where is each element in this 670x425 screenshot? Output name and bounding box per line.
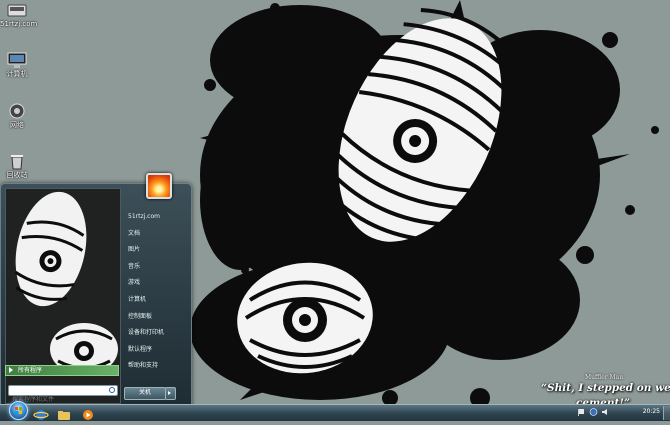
start-button[interactable] bbox=[9, 401, 28, 420]
explorer-folder-icon[interactable] bbox=[56, 406, 72, 420]
desktop-icon-label: 回收站 bbox=[6, 171, 28, 179]
all-programs-button[interactable]: 所有程序 bbox=[5, 365, 119, 376]
shutdown-label: 关机 bbox=[138, 389, 151, 396]
start-link-games[interactable]: 游戏 bbox=[125, 275, 185, 292]
start-link-music[interactable]: 音乐 bbox=[125, 259, 185, 276]
computer-icon bbox=[7, 52, 27, 69]
shutdown-button[interactable]: 关机 bbox=[124, 387, 166, 400]
user-picture[interactable] bbox=[146, 173, 172, 199]
flag-icon[interactable] bbox=[577, 408, 585, 416]
desktop-icon-network[interactable]: 网络 bbox=[0, 103, 34, 130]
network-folder-icon bbox=[7, 2, 27, 19]
desktop-icon-label: 计算机 bbox=[6, 70, 28, 78]
start-link-computer[interactable]: 计算机 bbox=[125, 292, 185, 309]
internet-explorer-icon[interactable] bbox=[33, 406, 49, 420]
start-link-pictures[interactable]: 图片 bbox=[125, 242, 185, 259]
windows-logo-icon bbox=[15, 407, 22, 414]
desktop-icon-computer[interactable]: 计算机 bbox=[0, 52, 34, 79]
show-desktop-button[interactable] bbox=[663, 406, 670, 420]
start-search-box[interactable] bbox=[8, 385, 118, 404]
start-link-51rtzj[interactable]: 51rtzj.com bbox=[125, 209, 185, 226]
quote-credit: Muffler Man bbox=[585, 374, 624, 381]
shutdown-options-arrow-icon[interactable] bbox=[165, 387, 176, 400]
start-menu: 51rtzj.com 文档 图片 音乐 游戏 计算机 控制面板 设备和打印机 默… bbox=[0, 173, 192, 407]
taskbar bbox=[0, 404, 670, 421]
search-icon[interactable] bbox=[109, 387, 115, 393]
desktop-icon-label: 51rtzj.com bbox=[0, 20, 38, 28]
all-programs-label: 所有程序 bbox=[18, 367, 43, 374]
media-player-icon[interactable] bbox=[80, 406, 96, 420]
start-link-default-programs[interactable]: 默认程序 bbox=[125, 342, 185, 359]
start-link-documents[interactable]: 文档 bbox=[125, 226, 185, 243]
start-link-help-support[interactable]: 帮助和支持 bbox=[125, 358, 185, 375]
start-link-control-panel[interactable]: 控制面板 bbox=[125, 309, 185, 326]
desktop-icon-label: 网络 bbox=[10, 121, 24, 129]
volume-icon[interactable] bbox=[601, 408, 610, 416]
network-globe-icon bbox=[7, 103, 27, 120]
network-icon[interactable] bbox=[589, 408, 598, 416]
system-tray: 20:25 bbox=[575, 406, 670, 420]
arrow-right-icon bbox=[9, 367, 13, 373]
clock[interactable]: 20:25 bbox=[643, 408, 660, 415]
start-menu-links: 51rtzj.com 文档 图片 音乐 游戏 计算机 控制面板 设备和打印机 默… bbox=[125, 209, 185, 375]
recycle-bin-icon bbox=[7, 153, 27, 170]
start-link-devices-printers[interactable]: 设备和打印机 bbox=[125, 325, 185, 342]
desktop-icon-recycle-bin[interactable]: 回收站 bbox=[0, 153, 34, 180]
desktop-icon-51rtzj[interactable]: 51rtzj.com bbox=[0, 2, 38, 29]
quote-line-1: “Shit, I stepped on wet bbox=[541, 382, 670, 394]
